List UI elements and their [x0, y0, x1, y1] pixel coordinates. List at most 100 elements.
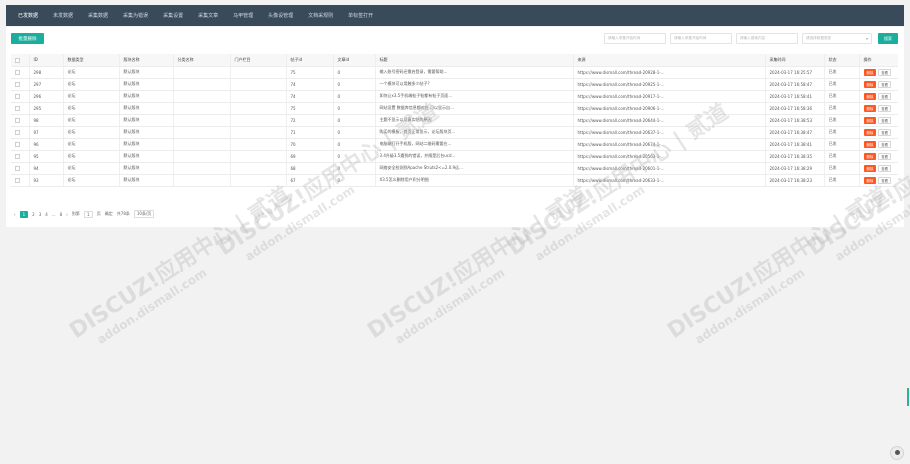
- search-content-input[interactable]: 请输入搜索内容: [736, 33, 798, 44]
- tab-0[interactable]: 已发数据: [18, 12, 38, 19]
- table-row: 295 论坛 默认版块 75 0 网站设置 数据库信息都对应 可以显示自... https:…: [11, 102, 898, 115]
- tab-8[interactable]: 文档采规则: [308, 12, 333, 19]
- cell-portal: [230, 138, 287, 151]
- cell-tid: 69: [286, 150, 334, 163]
- row-checkbox[interactable]: [15, 165, 20, 171]
- row-checkbox[interactable]: [15, 93, 20, 99]
- pagination: ‹ 1 2 3 4... 8 › 到第 1 页确定 共78条 10条/页: [14, 210, 158, 218]
- next-page-button[interactable]: ›: [66, 212, 68, 217]
- cell-id: 95: [29, 150, 64, 163]
- row-checkbox[interactable]: [15, 129, 20, 135]
- column-header: 数据类型: [63, 54, 120, 67]
- prev-page-button[interactable]: ‹: [14, 212, 16, 217]
- search-button[interactable]: 搜索: [878, 33, 898, 44]
- view-button[interactable]: 查看: [878, 164, 892, 172]
- cell-forum: 默认版块: [119, 114, 174, 127]
- page-last[interactable]: 8: [60, 212, 63, 217]
- batch-delete-button[interactable]: 批量删除: [11, 33, 44, 44]
- type-select[interactable]: 请选择数据类型 ▾: [802, 33, 872, 44]
- row-checkbox[interactable]: [15, 177, 20, 183]
- view-button[interactable]: 查看: [878, 116, 892, 124]
- row-checkbox[interactable]: [15, 153, 20, 159]
- cell-status: 已发: [824, 174, 860, 187]
- cell-category: [173, 138, 231, 151]
- cell-status: 已发: [824, 102, 860, 115]
- row-checkbox[interactable]: [15, 69, 20, 75]
- side-scroll-indicator[interactable]: [907, 388, 909, 406]
- delete-button[interactable]: 删除: [863, 104, 877, 112]
- cell-aid: 0: [333, 174, 376, 187]
- delete-button[interactable]: 删除: [863, 80, 877, 88]
- tab-6[interactable]: 马甲管理: [233, 12, 253, 19]
- row-checkbox[interactable]: [15, 117, 20, 123]
- view-button[interactable]: 查看: [878, 128, 892, 136]
- page-2[interactable]: 2: [32, 212, 35, 217]
- select-all-checkbox[interactable]: [15, 57, 20, 63]
- cell-type: 论坛: [63, 138, 120, 151]
- cell-id: 297: [29, 78, 64, 91]
- page-1[interactable]: 1: [19, 210, 29, 218]
- cell-tid: 74: [286, 78, 334, 91]
- tab-2[interactable]: 采集数据: [88, 12, 108, 19]
- cell-time: 2024-03-17 16:58:41: [765, 90, 825, 103]
- tab-7[interactable]: 头像设管理: [268, 12, 293, 19]
- delete-button[interactable]: 删除: [863, 140, 877, 148]
- cell-source: https://www.dismall.com/thread-20633-1-.…: [573, 174, 766, 187]
- delete-button[interactable]: 删除: [863, 164, 877, 172]
- column-header: 状态: [824, 54, 860, 67]
- avatar[interactable]: [890, 446, 904, 460]
- cell-time: 2024-03-17 16:38:53: [765, 114, 825, 127]
- end-time-input[interactable]: 请输入采集开始时间: [670, 33, 732, 44]
- table-row: 94 论坛 默认版块 68 0 网络安全检测到Apache Struts2<=2.0.9远…: [11, 162, 898, 175]
- goto-confirm-button[interactable]: 确定: [105, 211, 113, 217]
- tab-1[interactable]: 未发数据: [53, 12, 73, 19]
- view-button[interactable]: 查看: [878, 176, 892, 184]
- row-checkbox[interactable]: [15, 81, 20, 87]
- cell-portal: [230, 174, 287, 187]
- cell-id: 94: [29, 162, 64, 175]
- cell-aid: 0: [333, 162, 376, 175]
- row-checkbox[interactable]: [15, 105, 20, 111]
- view-button[interactable]: 查看: [878, 80, 892, 88]
- goto-page-input[interactable]: 1: [83, 210, 93, 218]
- column-header: 文章id: [333, 54, 376, 67]
- tab-5[interactable]: 采集文章: [198, 12, 218, 19]
- view-button[interactable]: 查看: [878, 104, 892, 112]
- actions-cell: 删除 查看: [859, 78, 898, 91]
- delete-button[interactable]: 删除: [863, 92, 877, 100]
- delete-button[interactable]: 删除: [863, 128, 877, 136]
- row-select-cell: [11, 102, 30, 115]
- cell-title: X3.5怎么删除用户积分明细: [375, 174, 574, 187]
- view-button[interactable]: 查看: [878, 68, 892, 76]
- cell-forum: 默认版块: [119, 138, 174, 151]
- cell-forum: 默认版块: [119, 174, 174, 187]
- row-select-cell: [11, 66, 30, 79]
- view-button[interactable]: 查看: [878, 140, 892, 148]
- view-button[interactable]: 查看: [878, 152, 892, 160]
- cell-forum: 默认版块: [119, 90, 174, 103]
- cell-source: https://www.dismall.com/thread-20906-1-.…: [573, 102, 766, 115]
- cell-source: https://www.dismall.com/thread-20925-1-.…: [573, 78, 766, 91]
- cell-tid: 68: [286, 162, 334, 175]
- row-select-cell: [11, 162, 30, 175]
- cell-status: 已发: [824, 150, 860, 163]
- cell-forum: 默认版块: [119, 78, 174, 91]
- cell-forum: 默认版块: [119, 66, 174, 79]
- view-button[interactable]: 查看: [878, 92, 892, 100]
- page-4[interactable]: 4: [45, 212, 48, 217]
- page-unit: 页: [96, 211, 101, 216]
- tab-4[interactable]: 采集设置: [163, 12, 183, 19]
- delete-button[interactable]: 删除: [863, 68, 877, 76]
- tab-9[interactable]: 单标签打开: [348, 12, 373, 19]
- row-checkbox[interactable]: [15, 141, 20, 147]
- row-select-cell: [11, 126, 30, 139]
- page-3[interactable]: 3: [39, 212, 42, 217]
- delete-button[interactable]: 删除: [863, 176, 877, 184]
- delete-button[interactable]: 删除: [863, 116, 877, 124]
- start-time-input[interactable]: 请输入采集开始时间: [604, 33, 666, 44]
- cell-id: 96: [29, 138, 64, 151]
- tab-3[interactable]: 采集为错误: [123, 12, 148, 19]
- delete-button[interactable]: 删除: [863, 152, 877, 160]
- cell-title: 一个模块可以用触多少帖子?: [375, 78, 574, 91]
- page-size-select[interactable]: 10条/页: [133, 210, 155, 218]
